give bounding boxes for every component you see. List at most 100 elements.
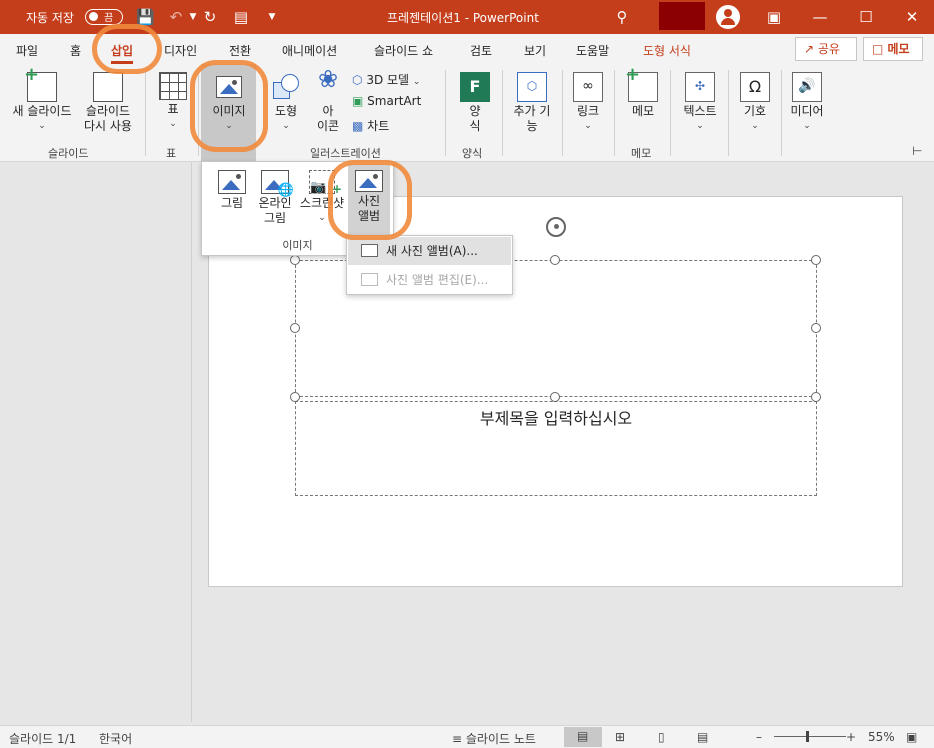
add-ins-button[interactable]: ⬡ 추가 기 능 bbox=[506, 72, 558, 134]
add-ins-label-1: 추가 기 bbox=[513, 104, 551, 118]
forms-label-1: 양 bbox=[469, 104, 481, 118]
customize-toolbar-icon[interactable]: ▼ bbox=[263, 8, 281, 26]
comments-button[interactable]: □ 메모 bbox=[863, 37, 923, 61]
media-button[interactable]: 🔊 미디어 ⌄ bbox=[786, 72, 828, 134]
table-icon bbox=[159, 72, 187, 100]
online-pictures-label-2: 그림 bbox=[263, 211, 287, 225]
reuse-slides-label-1: 슬라이드 bbox=[85, 104, 131, 118]
tab-slideshow[interactable]: 슬라이드 쇼 bbox=[374, 42, 433, 59]
search-icon[interactable]: ⚲ bbox=[613, 8, 631, 26]
fit-to-window-icon[interactable]: ▣ bbox=[906, 730, 917, 744]
picture-button[interactable]: 그림 bbox=[212, 170, 252, 211]
zoom-level[interactable]: 55% bbox=[868, 730, 895, 744]
media-label: 미디어 bbox=[790, 104, 824, 118]
slide-sorter-icon[interactable]: ⊞ bbox=[615, 730, 625, 744]
slideshow-view-icon[interactable]: ▤ bbox=[697, 730, 708, 744]
avatar[interactable] bbox=[716, 5, 740, 29]
reuse-slides-label-2: 다시 사용 bbox=[84, 119, 132, 133]
online-picture-icon: 🌐 bbox=[261, 170, 294, 198]
language-indicator[interactable]: 한국어 bbox=[99, 730, 132, 747]
resize-handle[interactable] bbox=[290, 255, 300, 265]
normal-view-icon: ▤ bbox=[577, 729, 589, 743]
tab-transitions[interactable]: 전환 bbox=[229, 42, 251, 59]
resize-handle[interactable] bbox=[811, 323, 821, 333]
resize-handle[interactable] bbox=[811, 255, 821, 265]
chevron-down-icon: ⌄ bbox=[38, 121, 46, 131]
pin-ribbon-icon[interactable]: ⊢ bbox=[912, 144, 922, 158]
reading-view-icon[interactable]: ▯ bbox=[658, 730, 665, 744]
3d-models-button[interactable]: ⬡ 3D 모델 ⌄ bbox=[352, 71, 420, 88]
tab-review[interactable]: 검토 bbox=[470, 42, 492, 59]
link-button[interactable]: ∞ 링크 ⌄ bbox=[568, 72, 608, 134]
undo-dropdown-icon[interactable]: ▼ bbox=[184, 8, 202, 26]
edit-photo-album-item[interactable]: 사진 앨범 편집(E)... bbox=[348, 266, 511, 294]
text-button[interactable]: ✣ 텍스트 ⌄ bbox=[678, 72, 722, 134]
undo-icon[interactable]: ↶ bbox=[167, 8, 185, 26]
rotate-handle[interactable] bbox=[546, 217, 566, 237]
notes-button[interactable]: ≡ 슬라이드 노트 bbox=[452, 730, 536, 747]
symbols-button[interactable]: Ω 기호 ⌄ bbox=[735, 72, 775, 134]
group-separator bbox=[562, 70, 563, 156]
group-separator bbox=[614, 70, 615, 156]
resize-handle[interactable] bbox=[290, 323, 300, 333]
smartart-button[interactable]: ▣ SmartArt bbox=[352, 94, 421, 108]
reuse-slides-button[interactable]: 슬라이드 다시 사용 bbox=[78, 72, 138, 134]
tab-home[interactable]: 홈 bbox=[70, 42, 81, 59]
new-photo-album-item[interactable]: 새 사진 앨범(A)... bbox=[348, 237, 511, 265]
share-button[interactable]: ↗ 공유 bbox=[795, 37, 857, 61]
resize-handle[interactable] bbox=[290, 392, 300, 402]
online-pictures-button[interactable]: 🌐 온라인 그림 bbox=[254, 170, 296, 226]
tab-design[interactable]: 디자인 bbox=[164, 42, 197, 59]
smartart-label: SmartArt bbox=[367, 94, 422, 108]
chart-button[interactable]: ▩ 차트 bbox=[352, 117, 389, 134]
account-box[interactable] bbox=[659, 2, 705, 30]
zoom-slider-thumb[interactable] bbox=[806, 731, 809, 742]
icons-label-2: 이콘 bbox=[316, 119, 340, 133]
resize-handle[interactable] bbox=[550, 392, 560, 402]
normal-view-button[interactable]: ▤ bbox=[564, 727, 602, 747]
subtitle-placeholder[interactable]: 부제목을 입력하십시오 bbox=[295, 401, 817, 496]
share-icon: ↗ bbox=[804, 42, 818, 56]
close-icon[interactable]: ✕ bbox=[903, 8, 921, 26]
tab-file[interactable]: 파일 bbox=[16, 42, 38, 59]
new-slide-button[interactable]: + 새 슬라이드 ⌄ bbox=[6, 66, 78, 134]
picture-label: 그림 bbox=[220, 196, 244, 210]
shapes-label: 도형 bbox=[274, 104, 298, 118]
tab-animations[interactable]: 애니메이션 bbox=[282, 42, 337, 59]
maximize-icon[interactable]: ☐ bbox=[857, 8, 875, 26]
autosave-state: 끔 bbox=[104, 13, 114, 24]
ribbon-display-options-icon[interactable]: ▣ bbox=[765, 8, 783, 26]
annotation-circle bbox=[92, 24, 162, 74]
redo-icon[interactable]: ↻ bbox=[201, 8, 219, 26]
shapes-button[interactable]: 도형 ⌄ bbox=[266, 72, 306, 134]
chevron-down-icon: ⌄ bbox=[751, 121, 759, 131]
forms-button[interactable]: F 양 식 bbox=[455, 72, 495, 134]
text-label: 텍스트 bbox=[683, 104, 717, 118]
zoom-in-icon[interactable]: + bbox=[846, 730, 856, 744]
resize-handle[interactable] bbox=[550, 255, 560, 265]
link-label: 링크 bbox=[576, 104, 600, 118]
zoom-out-icon[interactable]: – bbox=[756, 730, 762, 744]
autosave-toggle[interactable]: 끔 bbox=[85, 9, 123, 25]
comment-icon: + bbox=[625, 66, 658, 102]
minimize-icon[interactable]: — bbox=[811, 8, 829, 26]
zoom-slider[interactable] bbox=[774, 736, 846, 737]
chevron-down-icon: ⌄ bbox=[282, 121, 290, 131]
new-slide-label: 새 슬라이드 bbox=[12, 104, 72, 118]
tab-help[interactable]: 도움말 bbox=[576, 42, 609, 59]
add-ins-icon: ⬡ bbox=[517, 72, 547, 102]
document-title: 프레젠테이션1 - PowerPoint bbox=[387, 11, 539, 25]
new-comment-button[interactable]: + 메모 bbox=[622, 66, 664, 119]
icons-button[interactable]: ❀ 아 이콘 bbox=[310, 67, 346, 134]
start-slideshow-icon[interactable]: ▤ bbox=[232, 8, 250, 26]
slide-thumbnail-pane[interactable] bbox=[0, 162, 192, 722]
resize-handle[interactable] bbox=[811, 392, 821, 402]
new-photo-album-label: 새 사진 앨범(A)... bbox=[386, 244, 478, 258]
notes-label: 슬라이드 노트 bbox=[465, 732, 536, 746]
comments-label: 메모 bbox=[887, 42, 910, 56]
tab-view[interactable]: 보기 bbox=[524, 42, 546, 59]
icons-label-1: 아 bbox=[322, 104, 334, 118]
table-button[interactable]: 표 ⌄ bbox=[155, 72, 191, 132]
tab-shape-format[interactable]: 도형 서식 bbox=[643, 42, 691, 59]
shapes-icon bbox=[271, 72, 301, 102]
